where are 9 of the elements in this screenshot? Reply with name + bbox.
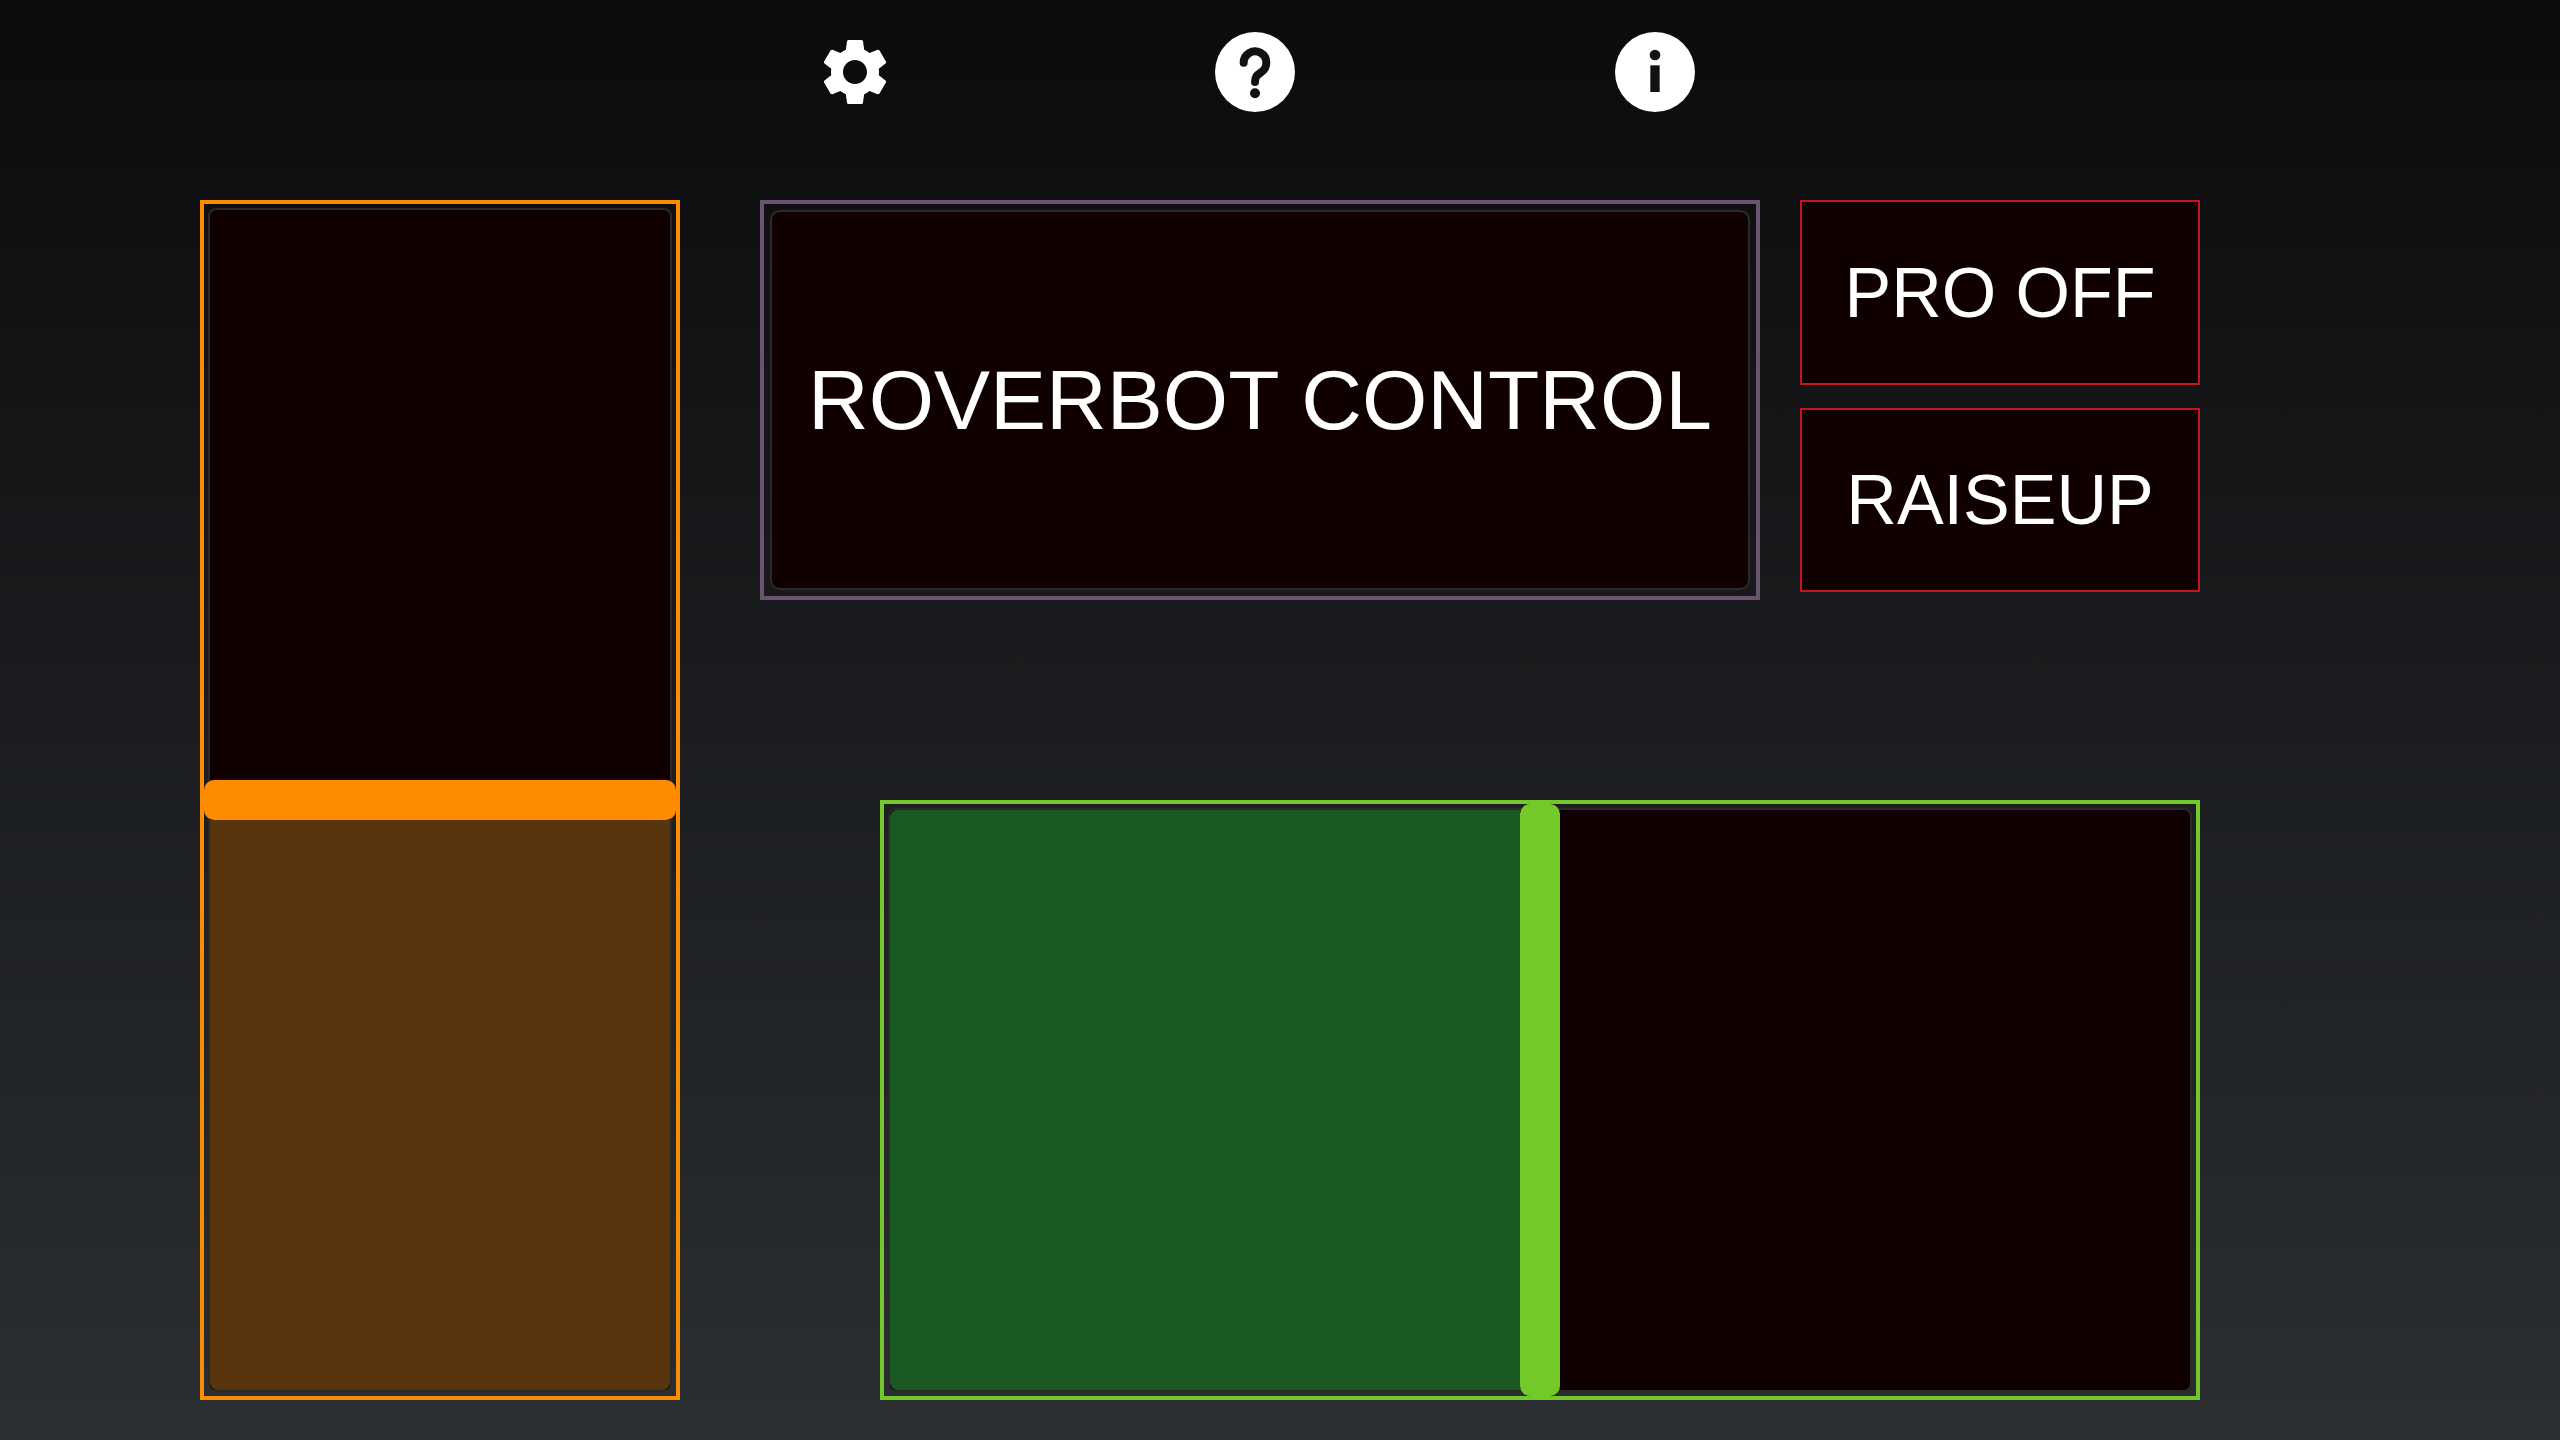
toggle-button[interactable]: PRO OFF — [1800, 200, 2200, 385]
help-icon[interactable] — [1215, 32, 1295, 112]
toggle-button[interactable]: RAISEUP — [1800, 408, 2200, 592]
info-icon[interactable] — [1615, 32, 1695, 112]
slider-handle[interactable] — [204, 780, 676, 820]
slider-handle[interactable] — [1520, 804, 1560, 1396]
horizontal-slider[interactable] — [880, 800, 2200, 1400]
app-title: ROVERBOT CONTROL — [770, 210, 1750, 590]
vertical-slider[interactable] — [200, 200, 680, 1400]
